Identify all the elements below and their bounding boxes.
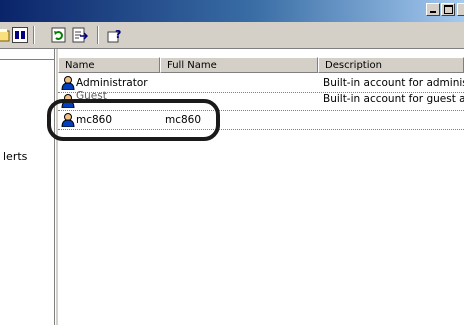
user-description: Built-in account for administ xyxy=(323,77,464,89)
user-icon xyxy=(61,76,75,90)
highlight-annotation xyxy=(47,99,220,141)
column-header-description[interactable]: Description xyxy=(318,57,464,73)
user-name: Administrator xyxy=(76,77,148,89)
detail-view-icon[interactable] xyxy=(12,27,28,43)
svg-text:?: ? xyxy=(115,28,121,41)
users-list: Name Full Name Description Administrator… xyxy=(58,49,464,325)
toolbar-separator xyxy=(97,26,99,44)
column-header-name[interactable]: Name xyxy=(58,57,160,73)
minimize-button[interactable] xyxy=(426,3,440,16)
tree-pane: lerts xyxy=(0,49,55,325)
close-button[interactable] xyxy=(457,3,464,16)
toolbar-separator xyxy=(33,26,35,44)
export-list-icon[interactable] xyxy=(72,27,89,43)
refresh-icon[interactable] xyxy=(51,27,67,43)
maximize-button[interactable] xyxy=(441,3,455,16)
user-description: Built-in account for guest ac xyxy=(323,93,464,105)
properties-icon[interactable] xyxy=(0,27,10,43)
tree-item-alerts[interactable]: lerts xyxy=(3,150,27,163)
tree-header-divider xyxy=(0,59,55,60)
column-header-full-name[interactable]: Full Name xyxy=(160,57,318,73)
list-header: Name Full Name Description xyxy=(58,57,464,73)
window-titlebar xyxy=(0,0,464,22)
toolbar: ? xyxy=(0,22,464,49)
table-row[interactable]: Administrator Built-in account for admin… xyxy=(58,75,464,92)
help-icon[interactable]: ? xyxy=(107,27,123,43)
